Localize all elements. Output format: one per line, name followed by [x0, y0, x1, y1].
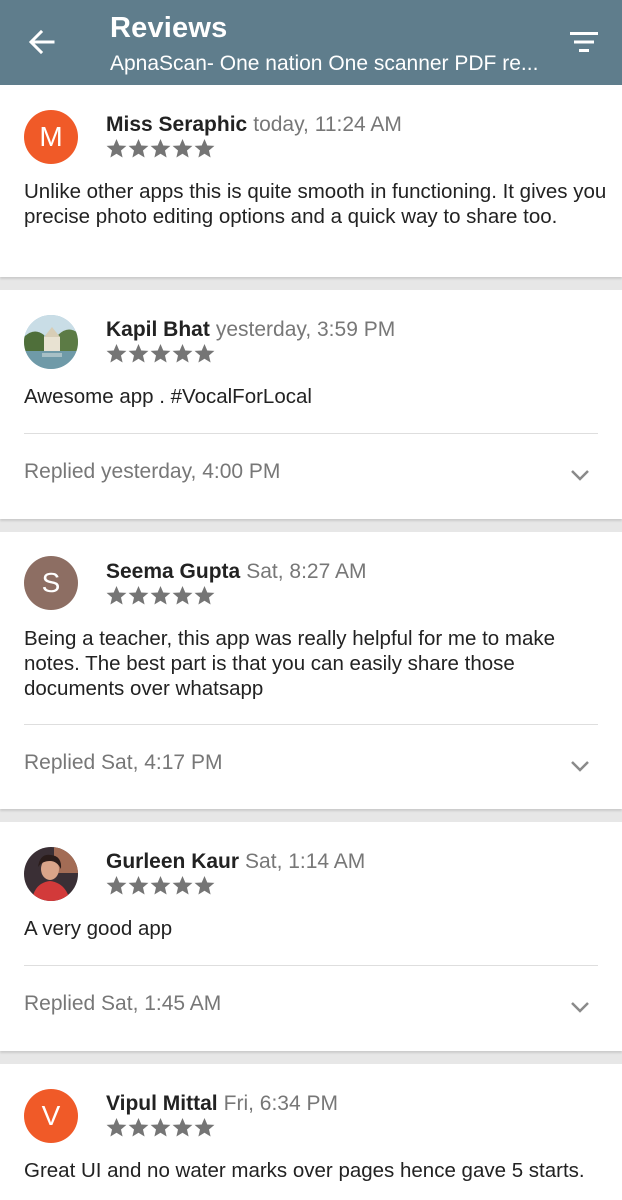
star-icon — [128, 138, 149, 158]
avatar: M — [24, 110, 78, 164]
review-date: Sat, 8:27 AM — [246, 560, 367, 583]
chevron-down-icon — [571, 470, 589, 481]
review-text: Awesome app . #VocalForLocal — [24, 385, 312, 408]
star-icon — [172, 585, 193, 605]
reply-label: Replied Sat, 1:45 AM — [24, 992, 222, 1015]
developer-reply-toggle[interactable]: Replied yesterday, 4:00 PM — [0, 444, 622, 504]
reviewer-name: Miss Seraphic — [106, 113, 248, 136]
reviewer-name: Gurleen Kaur — [106, 850, 240, 873]
avatar — [24, 847, 78, 901]
review-date: today, 11:24 AM — [253, 113, 402, 136]
star-icon — [106, 343, 127, 363]
star-icon — [128, 343, 149, 363]
star-icon — [172, 1117, 193, 1137]
arrow-left-icon — [28, 29, 55, 55]
divider — [24, 965, 598, 966]
star-icon — [150, 138, 171, 158]
review-card: S Seema Gupta Sat, 8:27 AM Being a teache… — [0, 532, 622, 809]
star-icon — [150, 585, 171, 605]
star-icon — [150, 875, 171, 895]
star-rating — [106, 1117, 216, 1141]
chevron-down-icon — [571, 761, 589, 772]
avatar-letter: M — [39, 121, 63, 152]
reviewer-name: Vipul Mittal — [106, 1092, 218, 1115]
review-date: yesterday, 3:59 PM — [215, 318, 396, 341]
filter-button[interactable] — [560, 22, 608, 62]
star-icon — [106, 875, 127, 895]
star-icon — [128, 875, 149, 895]
star-icon — [172, 875, 193, 895]
avatar-letter: V — [41, 1100, 61, 1131]
star-icon — [194, 1117, 215, 1137]
star-icon — [128, 1117, 149, 1137]
avatar: V — [24, 1089, 78, 1143]
app-bar: Reviews ApnaScan- One nation One scanner… — [0, 0, 622, 85]
filter-icon — [570, 32, 598, 52]
developer-reply-toggle[interactable]: Replied Sat, 1:45 AM — [0, 976, 622, 1036]
star-icon — [194, 138, 215, 158]
reviewer-name: Kapil Bhat — [106, 318, 210, 341]
star-icon — [150, 1117, 171, 1137]
star-icon — [106, 585, 127, 605]
star-icon — [172, 343, 193, 363]
reply-label: Replied yesterday, 4:00 PM — [24, 460, 281, 483]
review-date: Fri, 6:34 PM — [223, 1092, 338, 1115]
review-card: M Miss Seraphic today, 11:24 AM Unlike ot… — [0, 85, 622, 277]
review-date: Sat, 1:14 AM — [245, 850, 366, 873]
review-text: A very good app — [24, 917, 173, 940]
star-icon — [194, 343, 215, 363]
avatar-letter: S — [41, 567, 61, 598]
review-card: Kapil Bhat yesterday, 3:59 PM Awesome app… — [0, 290, 622, 519]
app-name-subtitle: ApnaScan- One nation One scanner PDF re.… — [110, 52, 539, 75]
avatar-photo-person — [24, 847, 78, 901]
star-icon — [128, 585, 149, 605]
page-title: Reviews — [110, 12, 228, 44]
star-icon — [194, 585, 215, 605]
star-rating — [106, 138, 216, 162]
reviewer-name: Seema Gupta — [106, 560, 241, 583]
divider — [24, 724, 598, 725]
avatar — [24, 315, 78, 369]
reviews-list[interactable]: M Miss Seraphic today, 11:24 AM Unlike ot… — [0, 85, 622, 1200]
avatar: S — [24, 556, 78, 610]
reply-label: Replied Sat, 4:17 PM — [24, 751, 223, 774]
star-icon — [106, 1117, 127, 1137]
back-button[interactable] — [18, 22, 66, 62]
review-text: Unlike other apps this is quite smooth i… — [24, 180, 607, 228]
star-rating — [106, 875, 216, 899]
star-icon — [106, 138, 127, 158]
star-icon — [172, 138, 193, 158]
review-card: Gurleen Kaur Sat, 1:14 AM A very good app… — [0, 822, 622, 1051]
chevron-down-icon — [571, 1002, 589, 1013]
star-icon — [194, 875, 215, 895]
review-text: Being a teacher, this app was really hel… — [24, 627, 556, 700]
star-icon — [150, 343, 171, 363]
review-card: V Vipul Mittal Fri, 6:34 PM Great UI and … — [0, 1064, 622, 1200]
review-text: Great UI and no water marks over pages h… — [24, 1159, 585, 1182]
developer-reply-toggle[interactable]: Replied Sat, 4:17 PM — [0, 735, 622, 795]
divider — [24, 433, 598, 434]
star-rating — [106, 585, 216, 609]
star-rating — [106, 343, 216, 367]
avatar-photo-lake-temple — [24, 315, 78, 369]
